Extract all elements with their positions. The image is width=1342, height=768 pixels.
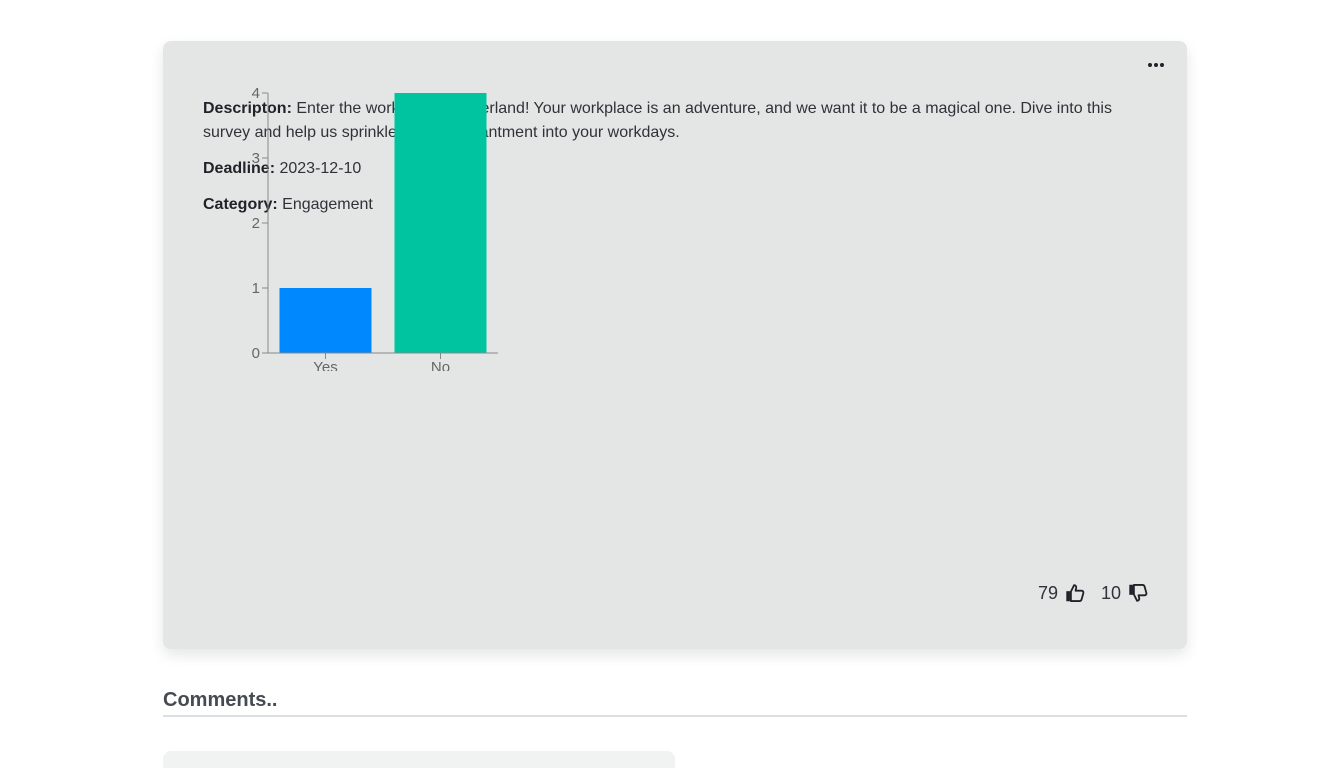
like-count: 79 <box>1037 582 1058 603</box>
y-tick-label: 3 <box>252 150 260 167</box>
more-options-button[interactable] <box>1143 55 1169 75</box>
bar-chart: Yes No 0 1 2 3 4 <box>252 85 498 371</box>
page: Descripton: Enter the workplace wonderla… <box>0 0 1342 768</box>
dislike-count: 10 <box>1100 582 1121 603</box>
thumbs-down-icon <box>1129 584 1148 602</box>
y-tick-label: 1 <box>252 280 260 297</box>
more-dot <box>1160 63 1164 67</box>
comments-heading: Comments.. <box>163 689 1187 717</box>
vote-bar: 79 10 <box>1038 582 1149 604</box>
bar-yes <box>279 288 372 353</box>
y-tick-label: 0 <box>252 345 260 362</box>
x-tick-label: No <box>431 359 450 371</box>
dislike-button[interactable]: 10 <box>1101 582 1149 604</box>
comment-card <box>163 751 675 768</box>
x-tick-label: Yes <box>313 359 337 371</box>
more-horizontal-icon <box>1148 63 1152 67</box>
thumbs-up-icon <box>1066 584 1085 602</box>
y-tick-label: 4 <box>252 85 260 102</box>
y-tick-label: 2 <box>252 215 260 232</box>
more-dot <box>1154 63 1158 67</box>
results-chart: Yes No 0 1 2 3 4 <box>238 41 513 371</box>
like-button[interactable]: 79 <box>1038 582 1086 604</box>
bar-no <box>394 93 487 353</box>
survey-card: Descripton: Enter the workplace wonderla… <box>163 41 1187 649</box>
